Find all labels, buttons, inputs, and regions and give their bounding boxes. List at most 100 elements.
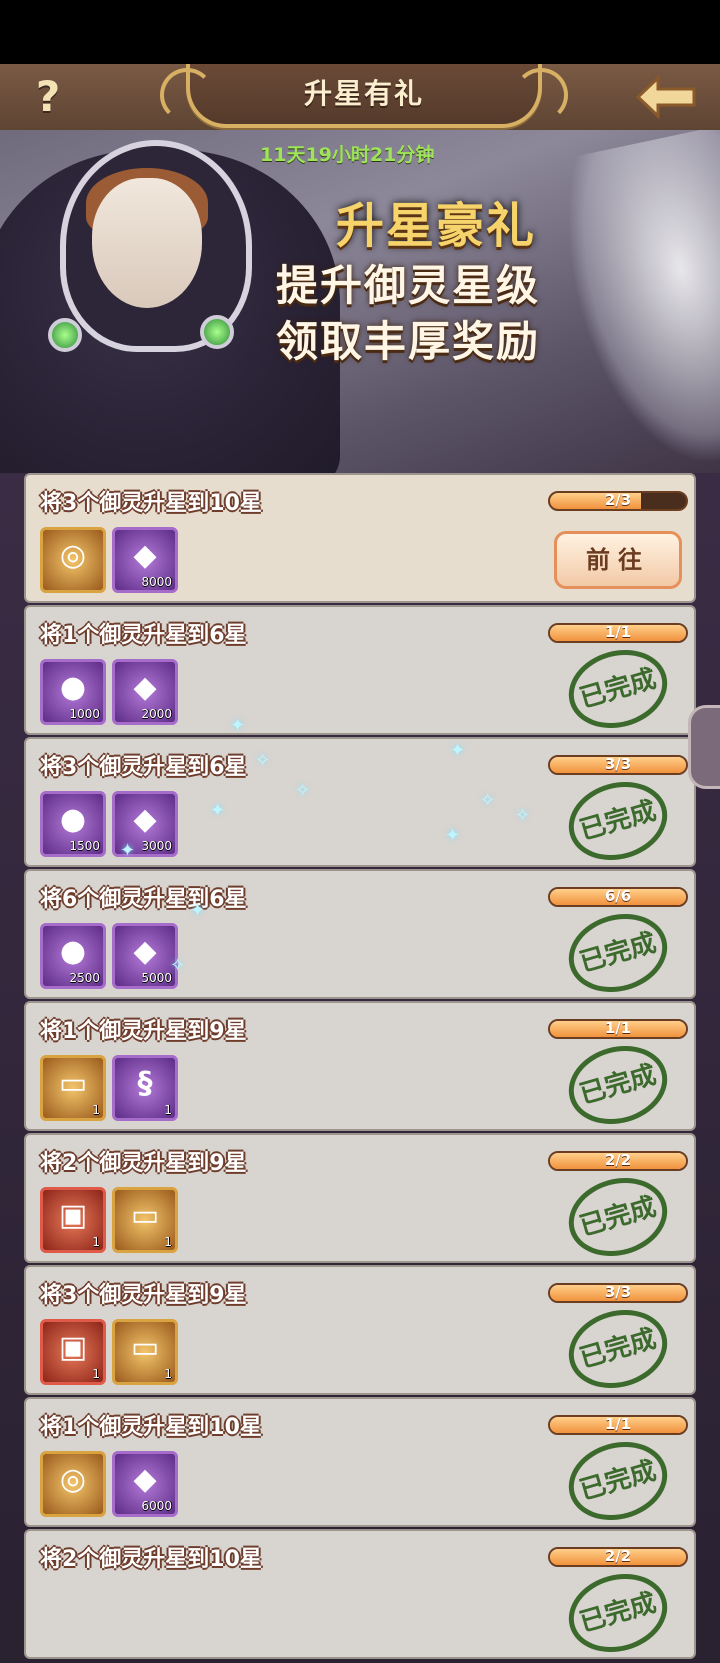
task-title: 将1个御灵升星到6星 bbox=[40, 623, 247, 648]
task-row: 将6个御灵升星到6星 6/6 ● 2500 ◆ 5000 已完成 bbox=[24, 869, 696, 1004]
reward-quantity: 1000 bbox=[69, 707, 100, 721]
completed-stamp: 已完成 bbox=[559, 1298, 677, 1400]
task-row: 将3个御灵升星到9星 3/3 ▣ 1 ▭ 1 已完成 bbox=[24, 1265, 696, 1400]
reward-quantity: 1 bbox=[164, 1367, 172, 1381]
green-gem-icon bbox=[48, 318, 82, 352]
progress-text: 2/2 bbox=[604, 1151, 632, 1169]
reward-glyph: ◆ bbox=[133, 670, 157, 705]
banner-line-1: 提升御灵星级 bbox=[276, 261, 541, 310]
task-row: 将3个御灵升星到10星 2/3 ◎ ◆ 8000 前往 bbox=[24, 473, 696, 603]
page-title: 升星有礼 bbox=[303, 77, 424, 110]
red-gem-icon[interactable]: ◆ 2000 bbox=[112, 659, 178, 725]
task-title: 将3个御灵升星到6星 bbox=[40, 755, 247, 780]
sparkle-icon: ✦ bbox=[190, 900, 206, 921]
task-row: 将2个御灵升星到9星 2/2 ▣ 1 ▭ 1 已完成 bbox=[24, 1133, 696, 1268]
progress-text: 3/3 bbox=[604, 1283, 632, 1301]
gold-medal-icon[interactable]: ◎ bbox=[40, 1451, 106, 1517]
ticket-icon[interactable]: ▭ 1 bbox=[112, 1187, 178, 1253]
sparkle-icon: ✧ bbox=[255, 750, 271, 771]
sparkle-icon: ✦ bbox=[445, 825, 461, 846]
completed-stamp: 已完成 bbox=[559, 1430, 677, 1532]
banner-headline: 升星豪礼 bbox=[336, 198, 537, 254]
reward-glyph: ▭ bbox=[130, 1198, 160, 1233]
task-row: 将1个御灵升星到10星 1/1 ◎ ◆ 6000 已完成 bbox=[24, 1397, 696, 1532]
reward-quantity: 1 bbox=[164, 1103, 172, 1117]
completed-stamp: 已完成 bbox=[559, 1034, 677, 1136]
reward-quantity: 5000 bbox=[141, 971, 172, 985]
blue-orb-icon[interactable]: ● 1000 bbox=[40, 659, 106, 725]
task-progress-bar: 1/1 bbox=[548, 1415, 688, 1435]
task-row: 将2个御灵升星到10星 2/2 已完成 bbox=[24, 1529, 696, 1663]
event-banner: 11天19小时21分钟 升星豪礼 提升御灵星级 领取丰厚奖励 bbox=[0, 130, 720, 475]
progress-text: 6/6 bbox=[604, 887, 632, 905]
reward-glyph: ● bbox=[59, 670, 87, 705]
sparkle-icon: ✧ bbox=[295, 780, 311, 801]
reward-quantity: 2500 bbox=[69, 971, 100, 985]
event-timer: 11天19小时21分钟 bbox=[260, 144, 435, 166]
task-progress-bar: 3/3 bbox=[548, 1283, 688, 1303]
goto-button[interactable]: 前往 bbox=[554, 531, 682, 589]
reward-quantity: 1 bbox=[92, 1235, 100, 1249]
reward-quantity: 1 bbox=[92, 1367, 100, 1381]
progress-text: 1/1 bbox=[604, 1415, 632, 1433]
sparkle-icon: ✦ bbox=[230, 715, 246, 736]
reward-glyph: ● bbox=[59, 934, 87, 969]
reward-quantity: 1 bbox=[164, 1235, 172, 1249]
sparkle-icon: ✦ bbox=[120, 840, 136, 861]
completed-stamp: 已完成 bbox=[559, 638, 677, 740]
reward-glyph: ◆ bbox=[133, 934, 157, 969]
treasure-chest-icon[interactable]: ▣ 1 bbox=[40, 1187, 106, 1253]
title-plaque: 升星有礼 bbox=[160, 64, 568, 128]
treasure-chest-icon[interactable]: ▣ 1 bbox=[40, 1319, 106, 1385]
gold-medal-icon[interactable]: ◎ bbox=[40, 527, 106, 593]
red-gem-icon[interactable]: ◆ 5000 bbox=[112, 923, 178, 989]
progress-text: 3/3 bbox=[604, 755, 632, 773]
sparkle-icon: ✦ bbox=[450, 740, 466, 761]
side-tab[interactable] bbox=[688, 705, 720, 789]
ticket-icon[interactable]: ▭ 1 bbox=[40, 1055, 106, 1121]
completed-stamp: 已完成 bbox=[559, 770, 677, 872]
task-progress-bar: 2/2 bbox=[548, 1547, 688, 1567]
reward-glyph: ◎ bbox=[59, 1462, 87, 1497]
sparkle-icon: ✧ bbox=[515, 805, 531, 826]
task-title: 将6个御灵升星到6星 bbox=[40, 887, 247, 912]
task-progress-bar: 3/3 bbox=[548, 755, 688, 775]
back-button[interactable] bbox=[632, 70, 702, 124]
reward-glyph: ◎ bbox=[59, 538, 87, 573]
reward-glyph: § bbox=[137, 1066, 153, 1101]
character-mask bbox=[92, 178, 202, 308]
reward-glyph: ◆ bbox=[133, 538, 157, 573]
task-title: 将2个御灵升星到10星 bbox=[40, 1547, 262, 1572]
reward-glyph: ● bbox=[59, 802, 87, 837]
progress-text: 2/3 bbox=[604, 491, 632, 509]
task-progress-bar: 2/3 bbox=[548, 491, 688, 511]
task-title: 将3个御灵升星到9星 bbox=[40, 1283, 247, 1308]
task-title: 将1个御灵升星到9星 bbox=[40, 1019, 247, 1044]
sparkle-icon: ✦ bbox=[210, 800, 226, 821]
reward-glyph: ▭ bbox=[130, 1330, 160, 1365]
completed-stamp: 已完成 bbox=[559, 902, 677, 1004]
reward-quantity: 2000 bbox=[141, 707, 172, 721]
task-progress-bar: 1/1 bbox=[548, 1019, 688, 1039]
reward-quantity: 1 bbox=[92, 1103, 100, 1117]
status-bar bbox=[0, 0, 720, 64]
red-gem-icon[interactable]: ◆ 8000 bbox=[112, 527, 178, 593]
task-progress-bar: 1/1 bbox=[548, 623, 688, 643]
progress-text: 2/2 bbox=[604, 1547, 632, 1565]
back-arrow-icon bbox=[635, 74, 696, 120]
reward-glyph: ▣ bbox=[58, 1198, 88, 1233]
task-title: 将2个御灵升星到9星 bbox=[40, 1151, 247, 1176]
task-row: 将1个御灵升星到6星 1/1 ● 1000 ◆ 2000 已完成 bbox=[24, 605, 696, 740]
task-row: 将1个御灵升星到9星 1/1 ▭ 1 § 1 已完成 bbox=[24, 1001, 696, 1136]
help-button[interactable]: ? bbox=[24, 72, 72, 122]
blue-orb-icon[interactable]: ● 1500 bbox=[40, 791, 106, 857]
top-bar: ? 升星有礼 bbox=[0, 64, 720, 132]
blue-orb-icon[interactable]: ● 2500 bbox=[40, 923, 106, 989]
task-title: 将1个御灵升星到10星 bbox=[40, 1415, 262, 1440]
ticket-icon[interactable]: ▭ 1 bbox=[112, 1319, 178, 1385]
red-gem-icon[interactable]: ◆ 6000 bbox=[112, 1451, 178, 1517]
scroll-icon[interactable]: § 1 bbox=[112, 1055, 178, 1121]
sparkle-icon: ✧ bbox=[170, 955, 186, 976]
reward-glyph: ◆ bbox=[133, 1462, 157, 1497]
task-progress-bar: 6/6 bbox=[548, 887, 688, 907]
